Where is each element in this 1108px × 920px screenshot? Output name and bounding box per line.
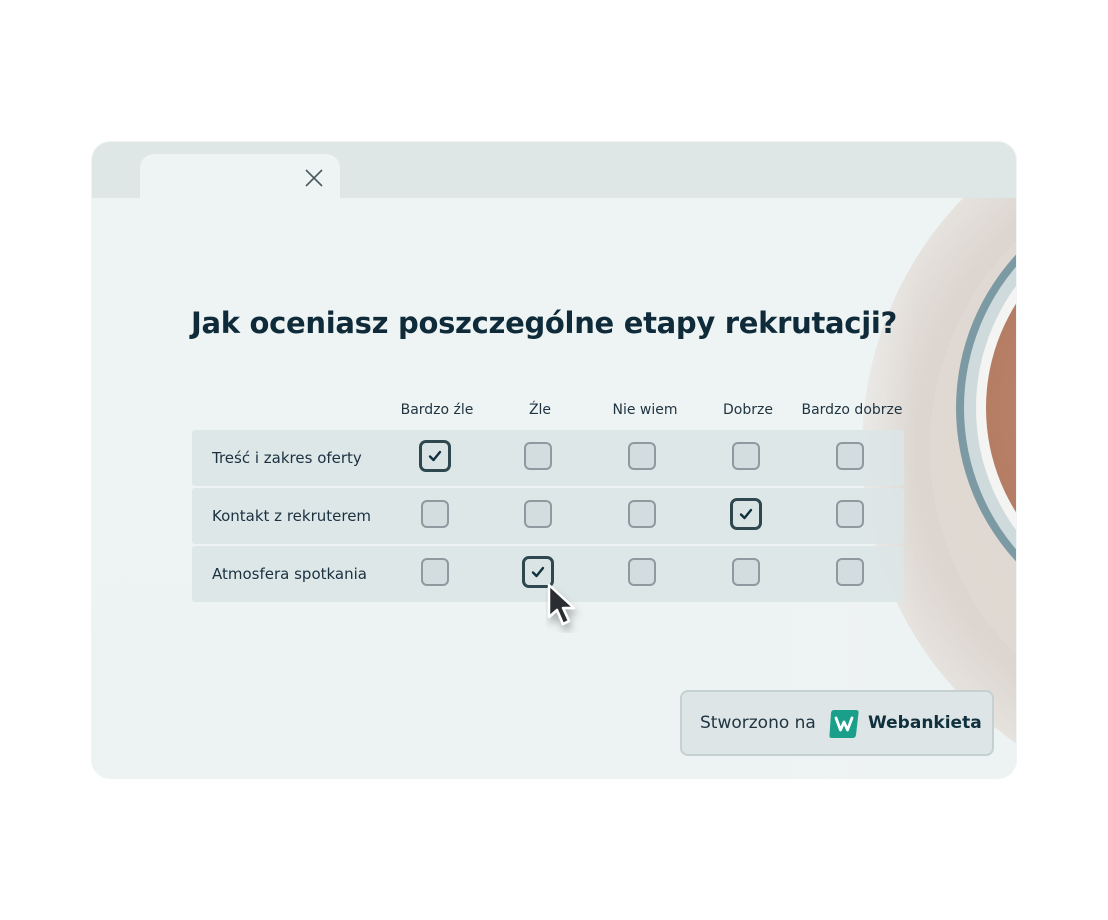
rating-checkbox[interactable] — [524, 500, 552, 528]
rating-checkbox[interactable] — [732, 558, 760, 586]
column-header-zle: Źle — [528, 402, 552, 418]
tab-bar — [92, 142, 1016, 198]
question-title: Jak oceniasz poszczególne etapy rekrutac… — [191, 306, 897, 340]
checkmark-icon — [428, 450, 442, 462]
rating-checkbox[interactable] — [628, 442, 656, 470]
rating-checkbox[interactable] — [421, 500, 449, 528]
column-header-bardzo-dobrze: Bardzo dobrze — [801, 402, 903, 418]
column-header-bardzo-zle: Bardzo źle — [400, 402, 474, 418]
row-label: Kontakt z rekruterem — [212, 507, 372, 525]
rating-checkbox[interactable] — [522, 556, 554, 588]
rating-checkbox[interactable] — [836, 442, 864, 470]
row-label: Atmosfera spotkania — [212, 565, 367, 583]
rating-checkbox[interactable] — [730, 498, 762, 530]
badge-brand: Webankieta — [868, 713, 982, 733]
matrix-row: Atmosfera spotkania — [192, 546, 904, 602]
rating-checkbox[interactable] — [524, 442, 552, 470]
row-label: Treść i zakres oferty — [212, 449, 362, 467]
badge-prefix: Stworzono na — [700, 713, 816, 733]
close-icon[interactable] — [304, 168, 324, 188]
checkmark-icon — [739, 508, 753, 520]
rating-checkbox[interactable] — [628, 558, 656, 586]
rating-checkbox[interactable] — [628, 500, 656, 528]
column-header-nie-wiem: Nie wiem — [612, 402, 678, 418]
browser-tab[interactable] — [140, 154, 340, 198]
rating-checkbox[interactable] — [732, 442, 760, 470]
column-header-dobrze: Dobrze — [723, 402, 773, 418]
rating-checkbox[interactable] — [421, 558, 449, 586]
matrix-row: Kontakt z rekruterem — [192, 488, 904, 544]
rating-checkbox[interactable] — [419, 440, 451, 472]
rating-checkbox[interactable] — [836, 500, 864, 528]
checkmark-icon — [531, 566, 545, 578]
matrix-row: Treść i zakres oferty — [192, 430, 904, 486]
rating-checkbox[interactable] — [836, 558, 864, 586]
webankieta-logo-icon — [829, 710, 859, 738]
webankieta-badge[interactable]: Stworzono na Webankieta — [680, 690, 994, 756]
